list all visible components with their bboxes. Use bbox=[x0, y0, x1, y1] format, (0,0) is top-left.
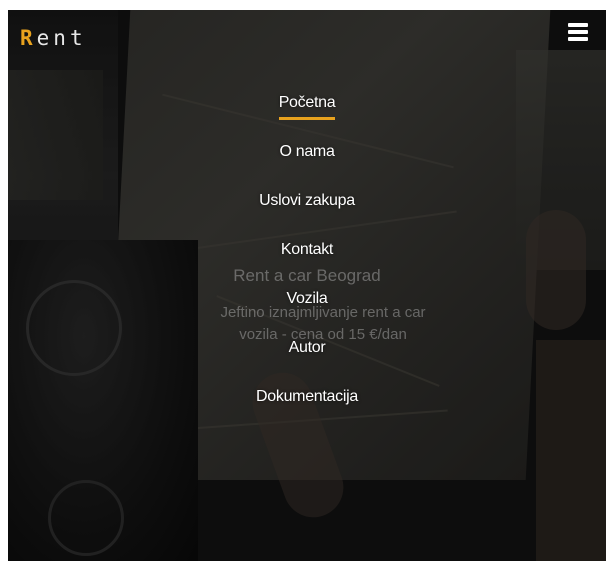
nav-link-autor[interactable]: Autor bbox=[289, 339, 326, 362]
logo-accent-letter: R bbox=[20, 26, 37, 50]
hamburger-menu-icon[interactable] bbox=[568, 23, 588, 41]
nav-link-dokumentacija[interactable]: Dokumentacija bbox=[256, 388, 358, 411]
brand-logo[interactable]: Rent bbox=[20, 26, 87, 50]
nav-link-kontakt[interactable]: Kontakt bbox=[281, 241, 333, 264]
nav-item-autor: Autor bbox=[8, 337, 606, 386]
nav-link-o-nama[interactable]: O nama bbox=[279, 143, 334, 166]
nav-link-vozila[interactable]: Vozila bbox=[287, 290, 328, 313]
logo-text: ent bbox=[36, 26, 87, 50]
nav-item-o-nama: O nama bbox=[8, 141, 606, 190]
nav-item-uslovi-zakupa: Uslovi zakupa bbox=[8, 190, 606, 239]
page-frame: Rent a car Beograd Jeftino iznajmljivanj… bbox=[8, 10, 606, 561]
nav-link-uslovi-zakupa[interactable]: Uslovi zakupa bbox=[259, 192, 355, 215]
nav-link-pocetna[interactable]: Početna bbox=[278, 94, 336, 120]
main-nav-menu: Početna O nama Uslovi zakupa Kontakt Voz… bbox=[8, 92, 606, 435]
nav-item-vozila: Vozila bbox=[8, 288, 606, 337]
nav-item-dokumentacija: Dokumentacija bbox=[8, 386, 606, 435]
nav-item-pocetna: Početna bbox=[8, 92, 606, 141]
nav-item-kontakt: Kontakt bbox=[8, 239, 606, 288]
